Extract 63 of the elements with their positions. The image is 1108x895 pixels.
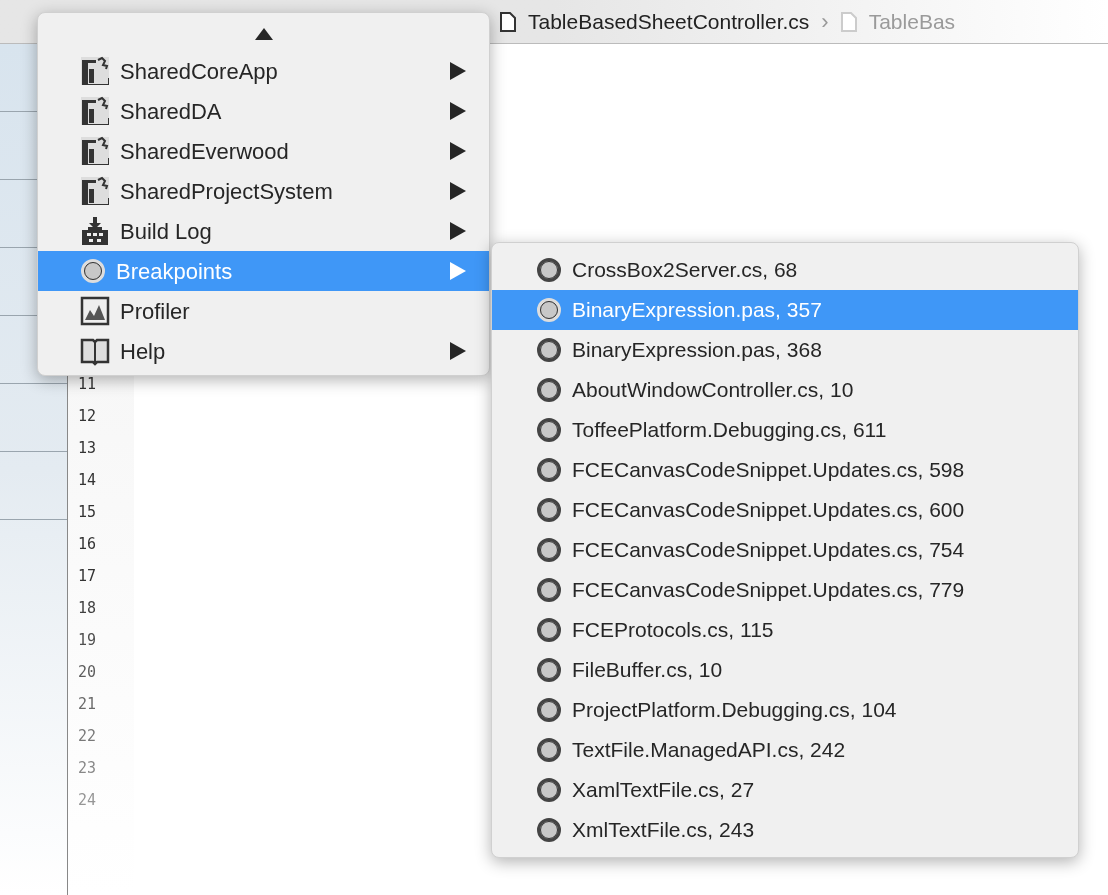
breakpoint-icon <box>536 817 562 843</box>
line-number: 21 <box>78 694 98 715</box>
line-number: 13 <box>78 438 98 459</box>
breakpoint-icon <box>536 737 562 763</box>
breakpoint-item[interactable]: XmlTextFile.cs, 243 <box>492 810 1078 850</box>
project-icon <box>80 136 110 166</box>
breakpoint-icon <box>536 337 562 363</box>
breakpoint-icon <box>536 537 562 563</box>
file-icon <box>500 11 516 32</box>
line-number: 18 <box>78 598 98 619</box>
line-number: 12 <box>78 406 98 427</box>
line-number: 23 <box>78 758 98 779</box>
line-number: 17 <box>78 566 98 587</box>
breakpoint-item[interactable]: FCEProtocols.cs, 115 <box>492 610 1078 650</box>
line-number: 11 <box>78 374 98 395</box>
breakpoint-icon <box>536 777 562 803</box>
breakpoint-icon <box>536 697 562 723</box>
chart-icon <box>80 296 110 326</box>
file-icon <box>840 11 857 32</box>
project-icon <box>80 56 110 86</box>
breakpoint-item[interactable]: ProjectPlatform.Debugging.cs, 104 <box>492 690 1078 730</box>
menu-item[interactable]: Build Log <box>38 211 489 251</box>
line-number: 19 <box>78 630 98 651</box>
breakpoint-item[interactable]: FCECanvasCodeSnippet.Updates.cs, 779 <box>492 570 1078 610</box>
line-number: 14 <box>78 470 98 491</box>
breadcrumb-separator: › <box>821 8 829 36</box>
breakpoint-item[interactable]: FCECanvasCodeSnippet.Updates.cs, 598 <box>492 450 1078 490</box>
breakpoint-item[interactable]: FCECanvasCodeSnippet.Updates.cs, 754 <box>492 530 1078 570</box>
menu-item[interactable]: SharedDA <box>38 91 489 131</box>
line-number: 20 <box>78 662 98 683</box>
breakpoint-item[interactable]: XamlTextFile.cs, 27 <box>492 770 1078 810</box>
build-icon <box>80 216 110 246</box>
breakpoint-item[interactable]: CrossBox2Server.cs, 68 <box>492 250 1078 290</box>
line-number: 24 <box>78 790 98 811</box>
breakpoint-icon <box>536 657 562 683</box>
breakpoint-item[interactable]: TextFile.ManagedAPI.cs, 242 <box>492 730 1078 770</box>
breakpoint-item[interactable]: ToffeePlatform.Debugging.cs, 611 <box>492 410 1078 450</box>
breakpoint-item[interactable]: FCECanvasCodeSnippet.Updates.cs, 600 <box>492 490 1078 530</box>
breakpoint-icon <box>536 457 562 483</box>
breakpoint-item[interactable]: FileBuffer.cs, 10 <box>492 650 1078 690</box>
breakpoint-item[interactable]: BinaryExpression.pas, 368 <box>492 330 1078 370</box>
menu-item[interactable]: Help <box>38 331 489 371</box>
menu-item[interactable]: SharedCoreApp <box>38 51 489 91</box>
line-number: 16 <box>78 534 98 555</box>
breakpoint-icon <box>536 257 562 283</box>
breakpoint-icon <box>536 297 562 323</box>
breakpoint-icon <box>536 577 562 603</box>
menu-item[interactable]: Profiler <box>38 291 489 331</box>
project-icon <box>80 96 110 126</box>
breadcrumb-item[interactable]: TableBasedSheetController.cs <box>528 5 810 38</box>
breakpoint-item[interactable]: AboutWindowController.cs, 10 <box>492 370 1078 410</box>
project-icon <box>80 176 110 206</box>
breakpoint-icon <box>536 617 562 643</box>
line-number: 22 <box>78 726 98 747</box>
book-icon <box>80 336 110 366</box>
scroll-up-icon[interactable] <box>253 27 274 41</box>
breakpoint-icon <box>536 417 562 443</box>
line-number: 15 <box>78 502 98 523</box>
breakpoint-icon <box>536 377 562 403</box>
menu-item[interactable]: SharedProjectSystem <box>38 171 489 211</box>
menu-item[interactable]: SharedEverwood <box>38 131 489 171</box>
breakpoint-icon <box>80 258 106 284</box>
breakpoint-icon <box>536 497 562 523</box>
